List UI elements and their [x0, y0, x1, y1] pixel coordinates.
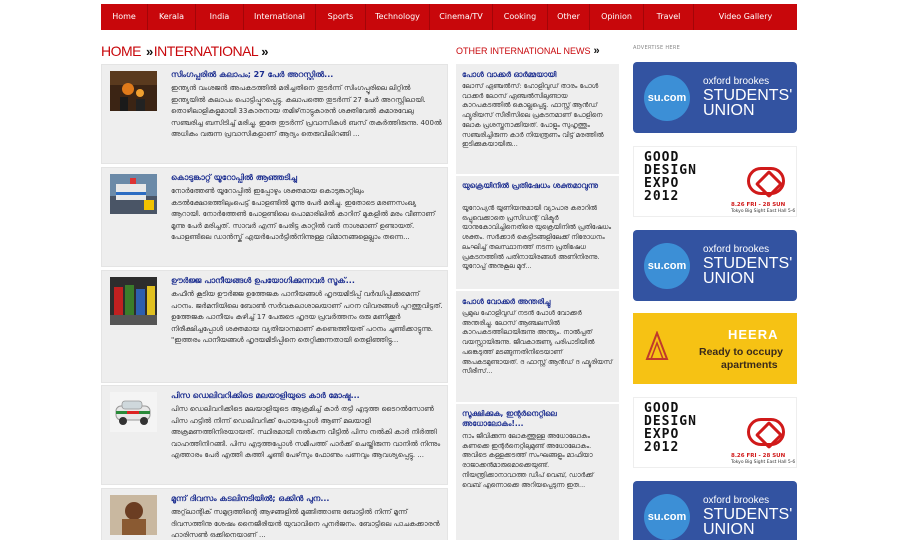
- article-excerpt: നോര്‍ത്തേണ്‍ യൂറോപ്പില്‍ ഇപ്പോഴും ശക്തമാ…: [171, 187, 436, 242]
- breadcrumb-separator-icon: »: [146, 43, 153, 59]
- g-mark-icon: [747, 167, 785, 195]
- article-thumbnail[interactable]: [110, 495, 157, 535]
- ad-text: STUDENTS': [703, 87, 793, 104]
- article-title[interactable]: കൊടുങ്കാറ്റ് യൂറോപ്പില്‍ ആഞ്ഞടിച്ചു: [171, 173, 443, 183]
- divider: [456, 402, 619, 404]
- article-card: ഊര്‍ജ്ജ പാനീയങ്ങള്‍ ഉപയോഗിക്കുന്നവര്‍ സൂ…: [101, 270, 448, 383]
- nav-india[interactable]: India: [196, 4, 244, 30]
- article-title[interactable]: മൂന്ന് ദിവസം കടലിനടിയില്‍; ഒക്കിന്‍ പുന.…: [171, 494, 443, 504]
- ad-tagline: Ready to occupy: [699, 346, 784, 358]
- ad-brand: HEERA: [728, 327, 779, 342]
- side-news-title[interactable]: യുക്രെയിനില്‍ പ്രതിഷേധം ശക്തമാവുന്നു: [462, 181, 614, 191]
- other-news-title[interactable]: OTHER INTERNATIONAL NEWS: [456, 46, 591, 56]
- breadcrumb-separator-icon: »: [261, 43, 268, 59]
- g-mark-icon: [747, 418, 785, 446]
- ad-text: oxford brookes: [703, 76, 770, 87]
- main-nav: Home Kerala India International Sports T…: [101, 4, 797, 30]
- article-excerpt: അറ്റ്‌ലാന്റിക് സമുദ്രത്തിന്റെ ആഴങ്ങളില്‍…: [171, 508, 440, 540]
- side-news-title[interactable]: പോള്‍ വാക്കര്‍ ഓര്‍മ്മയായി: [462, 70, 614, 80]
- nav-international[interactable]: International: [244, 4, 316, 30]
- article-card: മൂന്ന് ദിവസം കടലിനടിയില്‍; ഒക്കിന്‍ പുന.…: [101, 488, 448, 540]
- ad-text: UNION: [703, 521, 755, 538]
- ad-text: STUDENTS': [703, 506, 793, 523]
- ad-text: oxford brookes: [703, 244, 770, 255]
- article-card: സിംഗപ്പൂരില്‍ കലാപം; 27 പേര്‍ അറസ്റ്റില്…: [101, 64, 448, 164]
- su-logo: su.com: [644, 494, 690, 540]
- ad-tagline: apartments: [721, 359, 778, 371]
- ad-students-union[interactable]: su.com oxford brookes STUDENTS' UNION: [633, 481, 797, 540]
- heera-logo-icon: [645, 331, 669, 360]
- ad-heera[interactable]: HEERA Ready to occupy apartments: [633, 313, 797, 384]
- nav-other[interactable]: Other: [548, 4, 590, 30]
- ad-date: 8.26 FRI - 28 SUN: [731, 453, 786, 459]
- side-news-excerpt: നാം ജീവിക്കുന്ന ലോകത്തുള്ള അധോലോകം കണക്ക…: [462, 432, 594, 489]
- article-excerpt: കഫീന്‍ കൂടിയ ഊര്‍ജ്ജ ഉത്തേജക പാനീയങ്ങള്‍…: [171, 290, 443, 345]
- breadcrumb-section[interactable]: INTERNATIONAL: [154, 43, 259, 59]
- article-card: കൊടുങ്കാറ്റ് യൂറോപ്പില്‍ ആഞ്ഞടിച്ചു നോര്…: [101, 167, 448, 267]
- article-thumbnail[interactable]: [110, 392, 157, 432]
- ad-text: STUDENTS': [703, 255, 793, 272]
- article-thumbnail[interactable]: [110, 71, 157, 111]
- su-logo: su.com: [644, 243, 690, 289]
- other-news-heading: OTHER INTERNATIONAL NEWS »: [456, 45, 600, 57]
- breadcrumb-home[interactable]: HOME: [101, 43, 142, 59]
- ad-text: UNION: [703, 270, 755, 287]
- article-thumbnail[interactable]: [110, 174, 157, 214]
- ad-text: UNION: [703, 102, 755, 119]
- divider: [456, 289, 619, 291]
- ad-title: GOOD DESIGN EXPO 2012: [644, 150, 697, 204]
- breadcrumb: HOME » INTERNATIONAL »: [101, 43, 268, 59]
- ad-students-union[interactable]: su.com oxford brookes STUDENTS' UNION: [633, 62, 797, 133]
- double-chevron-icon: »: [593, 45, 600, 57]
- nav-technology[interactable]: Technology: [366, 4, 430, 30]
- ad-good-design-expo[interactable]: GOOD DESIGN EXPO 2012 8.26 FRI - 28 SUN …: [633, 146, 797, 217]
- article-card: പിസ ഡെലിവറിക്കിടെ മലയാളിയുടെ കാര്‍ മോഷ്ട…: [101, 385, 448, 485]
- article-excerpt: പിസ ഡെലിവറിക്കിടെ മലയാളിയുടെ ആക്രമിച്ച് …: [171, 405, 441, 460]
- side-news-title[interactable]: പോള്‍ വോക്കര്‍ അന്തരിച്ചു: [462, 297, 614, 307]
- nav-cinema-tv[interactable]: Cinema/TV: [430, 4, 493, 30]
- nav-sports[interactable]: Sports: [316, 4, 366, 30]
- advertise-label: ADVERTISE HERE: [633, 45, 681, 51]
- su-logo: su.com: [644, 75, 690, 121]
- article-thumbnail[interactable]: [110, 277, 157, 325]
- article-excerpt: ഇന്ത്യന്‍ വംശജന്‍ അപകടത്തില്‍ മരിച്ചതിനെ…: [171, 84, 442, 139]
- article-title[interactable]: പിസ ഡെലിവറിക്കിടെ മലയാളിയുടെ കാര്‍ മോഷ്ട…: [171, 391, 443, 401]
- other-news-list: പോള്‍ വാക്കര്‍ ഓര്‍മ്മയായി ലോസ് ഏഞ്ചല്‍സ…: [456, 64, 619, 540]
- ad-date: 8.26 FRI - 28 SUN: [731, 202, 786, 208]
- article-title[interactable]: സിംഗപ്പൂരില്‍ കലാപം; 27 പേര്‍ അറസ്റ്റില്…: [171, 70, 443, 80]
- ad-text: oxford brookes: [703, 495, 770, 506]
- side-news-excerpt: പ്രമുഖ ഹോളിവുഡ് നടന്‍ പോള്‍ വോക്കര്‍ അന്…: [462, 309, 613, 376]
- article-title[interactable]: ഊര്‍ജ്ജ പാനീയങ്ങള്‍ ഉപയോഗിക്കുന്നവര്‍ സൂ…: [171, 276, 443, 286]
- nav-home[interactable]: Home: [101, 4, 148, 30]
- side-news-excerpt: ലോസ് ഏഞ്ചല്‍സ്: ഹോളിവുഡ് താരം പോള്‍ വാക്…: [462, 82, 604, 149]
- ad-venue: Tokyo Big Sight East Hall 5-6: [731, 209, 796, 214]
- ad-good-design-expo[interactable]: GOOD DESIGN EXPO 2012 8.26 FRI - 28 SUN …: [633, 397, 797, 468]
- nav-kerala[interactable]: Kerala: [148, 4, 196, 30]
- divider: [456, 174, 619, 176]
- nav-opinion[interactable]: Opinion: [590, 4, 644, 30]
- ad-title: GOOD DESIGN EXPO 2012: [644, 401, 697, 455]
- nav-travel[interactable]: Travel: [644, 4, 694, 30]
- nav-cooking[interactable]: Cooking: [493, 4, 548, 30]
- side-news-excerpt: യൂറോപ്യന്‍ യൂണിയനുമായി വ്യാപാര കരാറില്‍ …: [462, 204, 612, 271]
- side-news-title[interactable]: സൂക്ഷിക്കുക, ഇന്റര്‍നെറ്റിലെ അധോലോകം!...: [462, 409, 614, 429]
- nav-video-gallery[interactable]: Video Gallery: [694, 4, 797, 30]
- ad-students-union[interactable]: su.com oxford brookes STUDENTS' UNION: [633, 230, 797, 301]
- ad-venue: Tokyo Big Sight East Hall 5-6: [731, 460, 796, 465]
